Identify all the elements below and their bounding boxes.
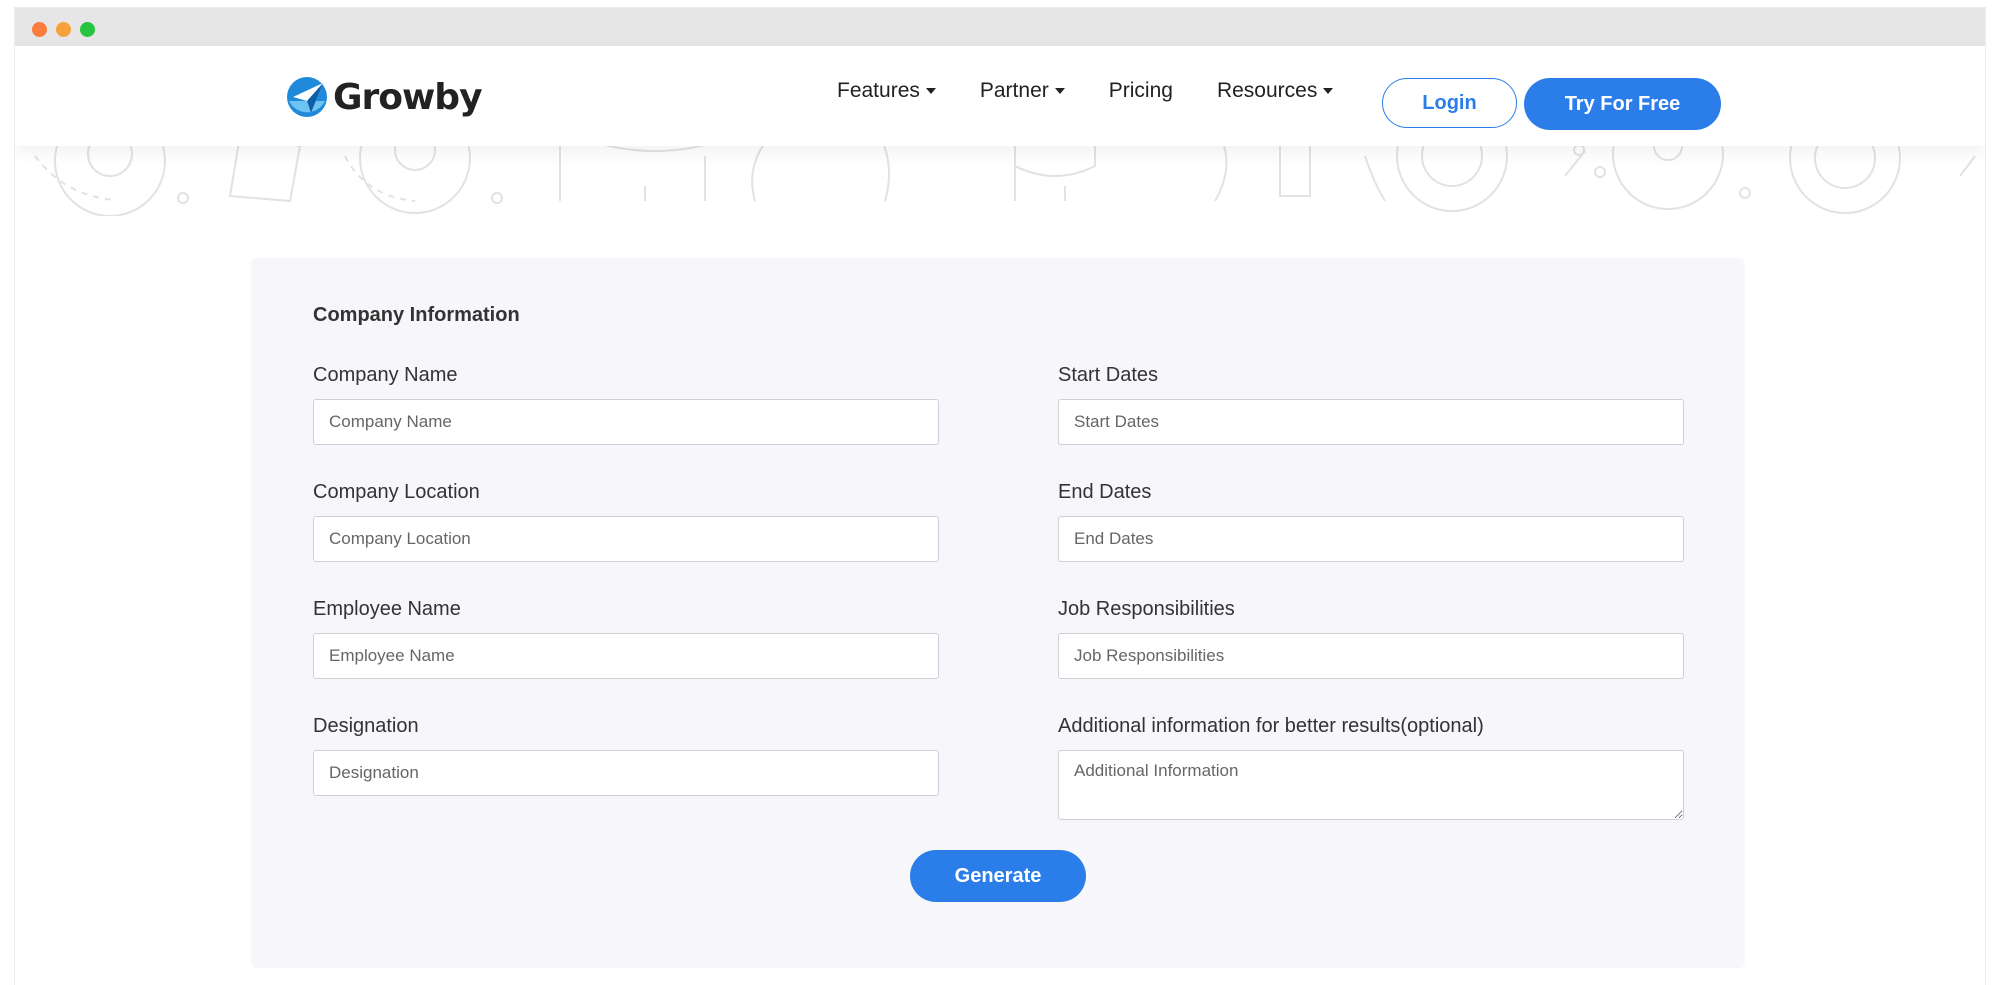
field-label: Company Location xyxy=(313,481,480,503)
caret-down-icon xyxy=(1323,88,1334,94)
nav-item-label: Pricing xyxy=(1108,79,1173,102)
company-name-field: Company Name xyxy=(313,364,939,445)
nav-item-label: Resources xyxy=(1216,79,1318,102)
brand-name: Growby xyxy=(333,76,483,118)
additional-information-textarea[interactable] xyxy=(1058,750,1684,820)
nav-item-pricing[interactable]: Pricing xyxy=(1109,79,1173,103)
field-label: End Dates xyxy=(1058,481,1152,503)
end-dates-field: End Dates xyxy=(1058,481,1684,562)
additional-information-field: Additional information for better result… xyxy=(1058,715,1684,820)
maximize-window-icon[interactable] xyxy=(80,22,95,37)
end-dates-input[interactable] xyxy=(1058,516,1684,562)
company-location-field: Company Location xyxy=(313,481,939,562)
caret-down-icon xyxy=(925,88,936,94)
designation-field: Designation xyxy=(313,715,939,796)
main-nav: Features Partner Pricing Resources xyxy=(837,79,1377,103)
field-label: Company Name xyxy=(313,364,458,386)
section-title: Company Information xyxy=(313,304,520,326)
close-window-icon[interactable] xyxy=(32,22,47,37)
employee-name-input[interactable] xyxy=(313,633,939,679)
designation-input[interactable] xyxy=(313,750,939,796)
nav-item-partner[interactable]: Partner xyxy=(980,79,1065,103)
nav-item-label: Features xyxy=(837,79,920,102)
field-label: Start Dates xyxy=(1058,364,1159,386)
generate-button[interactable]: Generate xyxy=(910,850,1086,902)
try-for-free-button[interactable]: Try For Free xyxy=(1524,78,1721,130)
start-dates-field: Start Dates xyxy=(1058,364,1684,445)
field-label: Job Responsibilities xyxy=(1058,598,1235,620)
growby-logo-icon xyxy=(287,77,327,117)
field-label: Employee Name xyxy=(313,598,461,620)
caret-down-icon xyxy=(1054,88,1065,94)
company-location-input[interactable] xyxy=(313,516,939,562)
login-button[interactable]: Login xyxy=(1382,78,1517,128)
growby-logo[interactable]: Growby xyxy=(285,74,483,120)
field-label: Designation xyxy=(313,715,419,737)
browser-window: Growby Features Partner Pricing Resource… xyxy=(15,8,1985,985)
start-dates-input[interactable] xyxy=(1058,399,1684,445)
nav-item-resources[interactable]: Resources xyxy=(1216,79,1334,103)
field-label: Additional information for better result… xyxy=(1058,715,1484,737)
company-name-input[interactable] xyxy=(313,399,939,445)
minimize-window-icon[interactable] xyxy=(56,22,71,37)
job-responsibilities-input[interactable] xyxy=(1058,633,1684,679)
company-information-form: Company Information Company Name Company… xyxy=(251,258,1745,968)
window-titlebar xyxy=(15,8,1985,46)
nav-item-label: Partner xyxy=(979,79,1049,102)
nav-item-features[interactable]: Features xyxy=(837,79,936,103)
employee-name-field: Employee Name xyxy=(313,598,939,679)
top-navbar: Growby Features Partner Pricing Resource… xyxy=(15,46,1985,146)
job-responsibilities-field: Job Responsibilities xyxy=(1058,598,1684,679)
